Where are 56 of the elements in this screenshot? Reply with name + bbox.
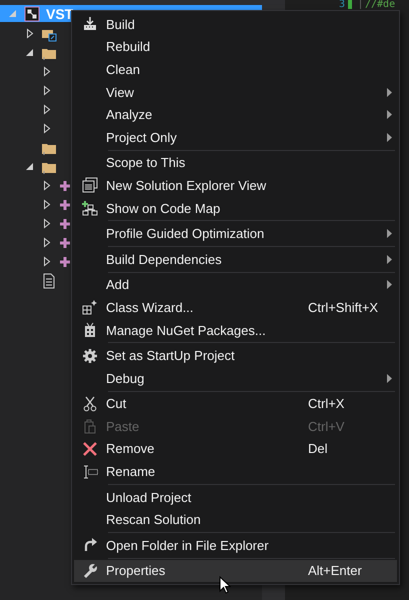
menu-item[interactable]: Rebuild [74,36,397,58]
diagram-icon [82,200,98,216]
menu-item[interactable]: Unload Project [74,486,397,508]
menu-item[interactable]: Properties Alt+Enter [74,560,397,582]
cursor-icon [219,576,231,594]
collapsed-arrow-icon[interactable] [42,123,52,134]
menu-item[interactable]: Remove Del [74,438,397,460]
menu-item[interactable]: Rescan Solution [74,508,397,532]
menu-item[interactable]: Manage NuGet Packages... [74,318,397,342]
build-icon [82,16,98,32]
menu-item[interactable]: Show on Code Map [74,196,397,220]
menu-item[interactable]: Class Wizard... Ctrl+Shift+X [74,296,397,319]
collapsed-arrow-icon[interactable] [42,66,52,77]
redo-arrow-icon [82,537,98,554]
shortcut-label: Ctrl+V [308,418,346,434]
wrench-icon [82,562,98,579]
collapsed-arrow-icon[interactable] [42,218,52,229]
expanded-arrow-icon[interactable] [25,47,35,58]
expanded-arrow-icon[interactable] [25,161,35,172]
settings-icon [82,348,98,364]
collapsed-arrow-icon[interactable] [42,85,52,96]
menu-item[interactable]: Project Only [74,126,397,149]
shortcut-label: Ctrl+X [308,396,346,412]
collapsed-arrow-icon[interactable] [42,104,52,115]
menu-item[interactable]: View [74,80,397,104]
menu-item[interactable]: Profile Guided Optimization [74,222,397,245]
menu-item[interactable]: New Solution Explorer View [74,174,397,197]
menu-item[interactable]: Analyze [74,103,397,126]
clipboard-icon [82,418,98,434]
menu-item[interactable]: Open Folder in File Explorer [74,534,397,557]
menu-item[interactable]: Set as StartUp Project [74,344,397,367]
menu-item[interactable]: Debug [74,366,397,390]
collapsed-arrow-icon[interactable] [25,28,35,39]
change-marker [348,0,352,9]
project-icon [24,6,40,22]
menu-item[interactable]: Scope to This [74,152,397,174]
windows-icon [82,177,98,194]
menu-item[interactable]: Add [74,274,397,296]
collapsed-arrow-icon[interactable] [42,237,52,248]
collapsed-arrow-icon[interactable] [42,180,52,191]
collapsed-arrow-icon[interactable] [42,256,52,267]
shortcut-label: Del [308,441,329,456]
package-icon [82,322,98,338]
menu-item[interactable]: Build [74,13,397,36]
scissors-icon [82,396,98,412]
menu-item[interactable]: Build Dependencies [74,248,397,271]
wizard-icon [82,299,98,316]
shortcut-label: Alt+Enter [308,563,363,578]
menu-item[interactable]: Cut Ctrl+X [74,392,397,416]
menu-item[interactable]: Rename [74,460,397,483]
document-icon [41,272,57,288]
menu-item[interactable]: Clean [74,58,397,81]
collapsed-arrow-icon[interactable] [42,199,52,210]
rename-icon [82,464,98,480]
shortcut-label: Ctrl+Shift+X [308,300,380,315]
close-icon [82,440,98,457]
